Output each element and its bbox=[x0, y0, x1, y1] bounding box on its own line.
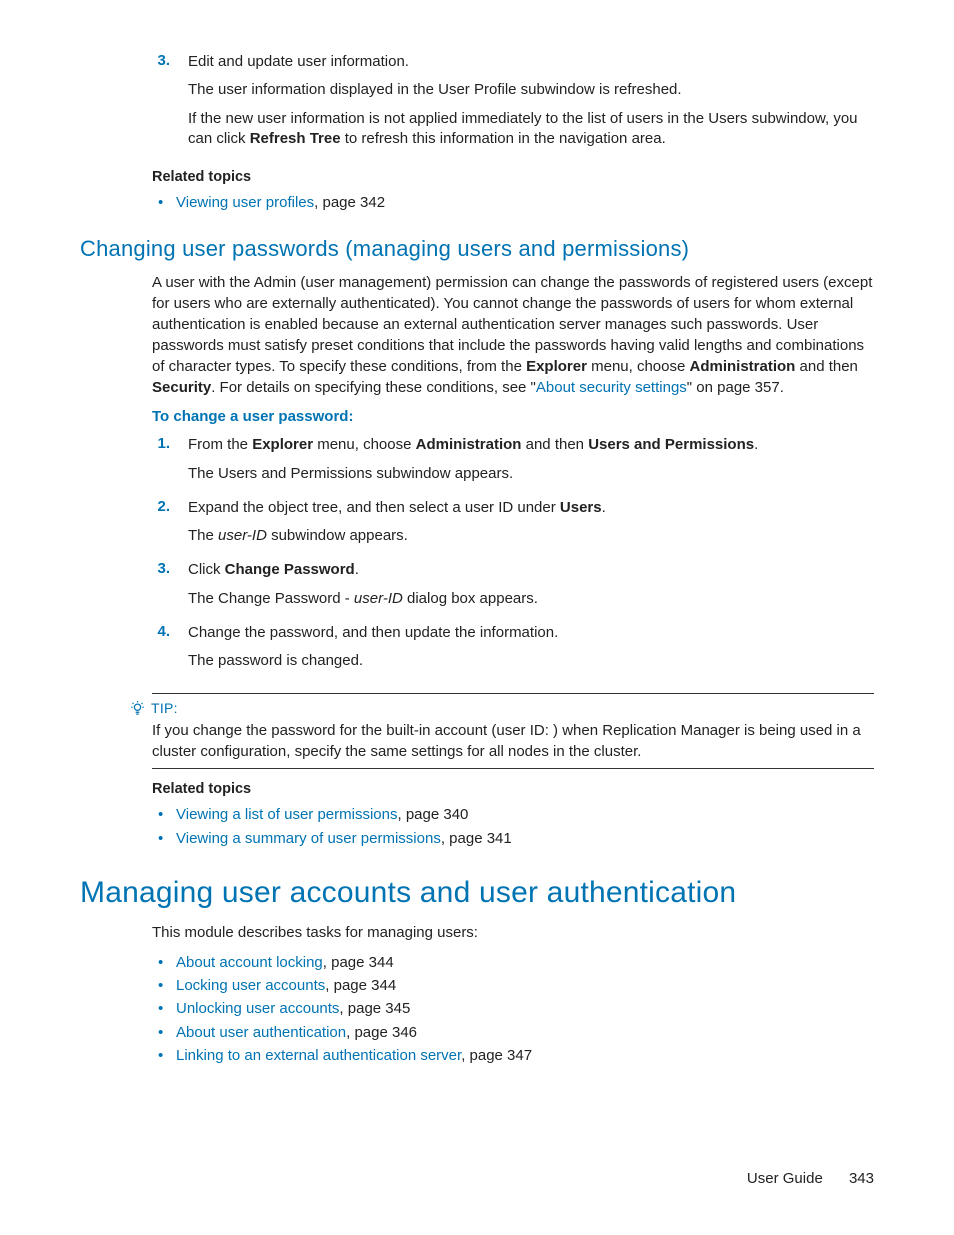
step-text: Change the password, and then update the… bbox=[188, 623, 874, 643]
related-topics-list: Viewing a list of user permissions, page… bbox=[80, 803, 874, 850]
proc-step-3: 3. Click Change Password. The Change Pas… bbox=[152, 560, 874, 617]
link-unlocking-user-accounts[interactable]: Unlocking user accounts bbox=[176, 1000, 339, 1017]
heading-changing-passwords: Changing user passwords (managing users … bbox=[80, 236, 874, 262]
heading-managing-user-accounts: Managing user accounts and user authenti… bbox=[80, 876, 874, 910]
step-result: The user-ID subwindow appears. bbox=[188, 526, 874, 546]
link-viewing-list-user-permissions[interactable]: Viewing a list of user permissions bbox=[176, 806, 397, 823]
step-number: 4. bbox=[152, 623, 170, 680]
step-text: From the Explorer menu, choose Administr… bbox=[188, 435, 874, 455]
step-number: 2. bbox=[152, 498, 170, 555]
proc-step-1: 1. From the Explorer menu, choose Admini… bbox=[152, 435, 874, 492]
link-linking-external-auth-server[interactable]: Linking to an external authentication se… bbox=[176, 1047, 461, 1064]
ordered-list-top: 3. Edit and update user information. The… bbox=[80, 52, 874, 157]
section2-topic-list: About account locking, page 344 Locking … bbox=[80, 951, 874, 1067]
tip-header: TIP: bbox=[130, 700, 874, 716]
tip-rule-bottom bbox=[152, 768, 874, 769]
page-number: 343 bbox=[849, 1170, 874, 1187]
link-viewing-summary-user-permissions[interactable]: Viewing a summary of user permissions bbox=[176, 830, 441, 847]
tip-rule-top bbox=[152, 693, 874, 694]
proc-step-2: 2. Expand the object tree, and then sele… bbox=[152, 498, 874, 555]
step-text: Expand the object tree, and then select … bbox=[188, 498, 874, 518]
step-number: 3. bbox=[152, 52, 170, 157]
link-locking-user-accounts[interactable]: Locking user accounts bbox=[176, 977, 325, 994]
list-item: Locking user accounts, page 344 bbox=[176, 974, 874, 997]
step-para: If the new user information is not appli… bbox=[188, 109, 874, 150]
link-about-account-locking[interactable]: About account locking bbox=[176, 954, 323, 971]
section1-intro: A user with the Admin (user management) … bbox=[152, 272, 874, 398]
step-para: The user information displayed in the Us… bbox=[188, 80, 874, 100]
step-body: Edit and update user information. The us… bbox=[188, 52, 874, 157]
tip-label: TIP: bbox=[151, 700, 178, 716]
step-result: The password is changed. bbox=[188, 651, 874, 671]
list-item: Linking to an external authentication se… bbox=[176, 1044, 874, 1067]
list-item: Viewing a summary of user permissions, p… bbox=[176, 827, 874, 850]
page-footer: User Guide 343 bbox=[747, 1170, 874, 1187]
step-text: Click Change Password. bbox=[188, 560, 874, 580]
list-item: About account locking, page 344 bbox=[176, 951, 874, 974]
related-topics-heading: Related topics bbox=[152, 169, 874, 185]
link-about-user-authentication[interactable]: About user authentication bbox=[176, 1024, 346, 1041]
step-text: Edit and update user information. bbox=[188, 52, 874, 72]
list-item: Viewing a list of user permissions, page… bbox=[176, 803, 874, 826]
link-about-security-settings[interactable]: About security settings bbox=[536, 379, 687, 396]
proc-step-4: 4. Change the password, and then update … bbox=[152, 623, 874, 680]
list-item: About user authentication, page 346 bbox=[176, 1021, 874, 1044]
step-3: 3. Edit and update user information. The… bbox=[152, 52, 874, 157]
link-viewing-user-profiles[interactable]: Viewing user profiles bbox=[176, 194, 314, 211]
step-number: 1. bbox=[152, 435, 170, 492]
lightbulb-icon bbox=[130, 701, 145, 716]
list-item: Unlocking user accounts, page 345 bbox=[176, 997, 874, 1020]
procedure-steps: 1. From the Explorer menu, choose Admini… bbox=[80, 435, 874, 679]
related-topics-heading: Related topics bbox=[152, 781, 874, 797]
step-number: 3. bbox=[152, 560, 170, 617]
footer-label: User Guide bbox=[747, 1170, 823, 1187]
step-result: The Users and Permissions subwindow appe… bbox=[188, 464, 874, 484]
procedure-title: To change a user password: bbox=[152, 408, 874, 425]
step-result: The Change Password - user-ID dialog box… bbox=[188, 589, 874, 609]
page-content: 3. Edit and update user information. The… bbox=[80, 52, 874, 1075]
section2-intro: This module describes tasks for managing… bbox=[152, 922, 874, 943]
refresh-tree-label: Refresh Tree bbox=[250, 130, 341, 147]
tip-box: TIP: If you change the password for the … bbox=[152, 693, 874, 769]
list-item: Viewing user profiles, page 342 bbox=[176, 191, 874, 214]
related-topics-list: Viewing user profiles, page 342 bbox=[80, 191, 874, 214]
tip-body: If you change the password for the built… bbox=[152, 720, 874, 762]
